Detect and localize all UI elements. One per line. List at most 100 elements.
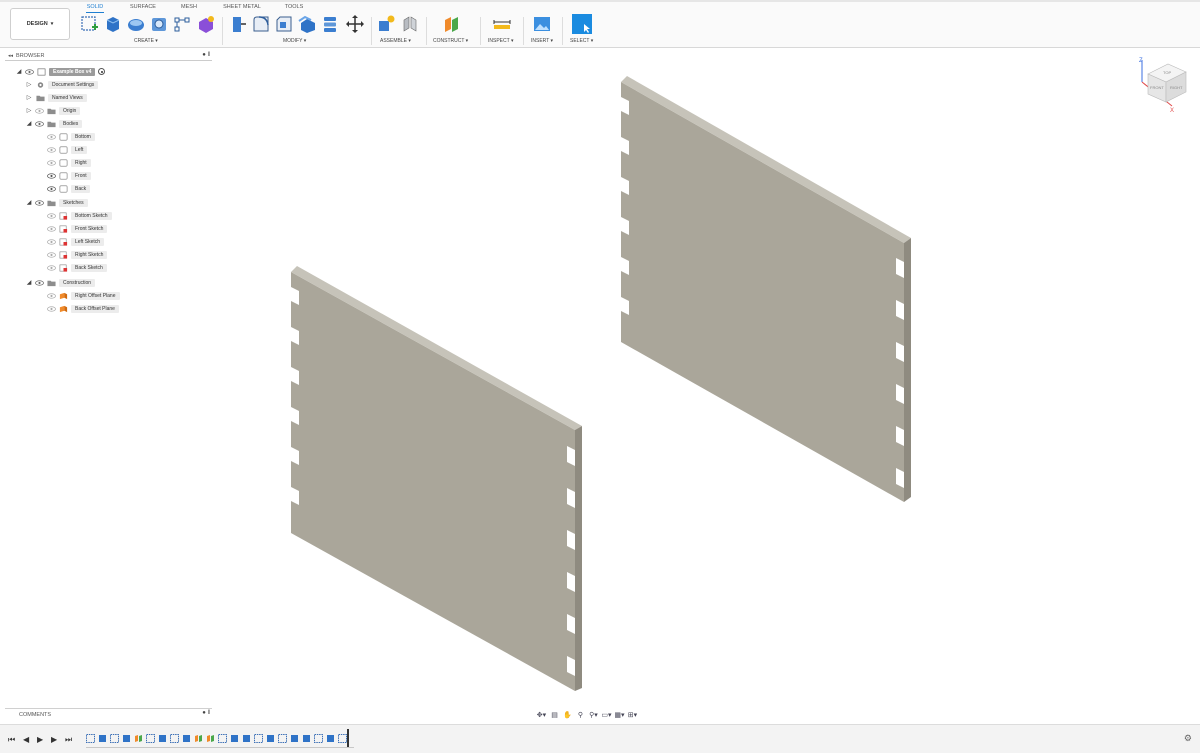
tree-item-origin[interactable]: ▷ Origin <box>25 105 81 116</box>
extrude-icon[interactable] <box>103 14 123 34</box>
visibility-icon[interactable] <box>47 159 56 166</box>
timeline-extrude-icon[interactable] <box>266 734 275 743</box>
expand-icon[interactable]: ◢ <box>15 68 23 75</box>
insert-menu[interactable]: INSERT ▾ <box>531 38 553 44</box>
visibility-icon[interactable] <box>35 199 44 206</box>
zoom-icon[interactable]: ⚲ <box>575 711 586 719</box>
body-front-panel[interactable] <box>291 266 582 691</box>
play-icon[interactable]: ▶ <box>37 735 43 744</box>
pan-icon[interactable]: ✋ <box>562 711 573 719</box>
create-menu[interactable]: CREATE ▾ <box>134 38 158 44</box>
timeline-plane-icon[interactable] <box>134 734 143 743</box>
select-menu[interactable]: SELECT ▾ <box>570 38 593 44</box>
viewcube[interactable]: Z X TOP FRONT RIGHT <box>1134 56 1190 114</box>
tree-item-document-settings[interactable]: ▷ Document Settings <box>25 79 99 90</box>
tree-item-sketch-right[interactable]: Right Sketch <box>37 249 108 260</box>
tab-sheet-metal[interactable]: SHEET METAL <box>222 4 262 12</box>
pattern-icon[interactable] <box>172 14 192 34</box>
timeline-sketch-icon[interactable] <box>110 734 119 743</box>
expand-icon[interactable]: ◢ <box>25 199 33 206</box>
tree-item-body-left[interactable]: Left <box>37 144 88 155</box>
joint-icon[interactable] <box>400 14 420 34</box>
tree-item-named-views[interactable]: ▷ Named Views <box>25 92 87 103</box>
next-step-icon[interactable]: ▶︎ <box>51 735 57 744</box>
visibility-icon[interactable] <box>47 146 56 153</box>
inspect-menu[interactable]: INSPECT ▾ <box>488 38 513 44</box>
visibility-icon[interactable] <box>47 212 56 219</box>
visibility-icon[interactable] <box>47 238 56 245</box>
timeline-sketch-icon[interactable] <box>314 734 323 743</box>
timeline-extrude-icon[interactable] <box>182 734 191 743</box>
orbit-icon[interactable]: ✥▾ <box>536 711 547 719</box>
timeline-sketch-icon[interactable] <box>86 734 95 743</box>
tree-item-body-back[interactable]: Back <box>37 183 91 194</box>
tree-item-body-right[interactable]: Right <box>37 157 91 168</box>
browser-toggle-icon[interactable]: ● ‖ <box>202 52 210 58</box>
select-icon[interactable] <box>572 14 592 34</box>
revolve-icon[interactable] <box>126 14 146 34</box>
fit-icon[interactable]: ⚲▾ <box>588 711 599 719</box>
chamfer-icon[interactable] <box>274 14 294 34</box>
visibility-icon[interactable] <box>47 251 56 258</box>
tree-item-body-bottom[interactable]: Bottom <box>37 131 95 142</box>
offset-plane-icon[interactable] <box>442 14 462 34</box>
collapse-icon[interactable]: ◂◂ <box>8 53 13 59</box>
timeline-sketch-icon[interactable] <box>338 734 347 743</box>
timeline-extrude-icon[interactable] <box>230 734 239 743</box>
tree-item-sketch-back[interactable]: Back Sketch <box>37 262 107 273</box>
timeline-extrude-icon[interactable] <box>122 734 131 743</box>
tab-solid[interactable]: SOLID <box>86 4 104 13</box>
expand-icon[interactable]: ▷ <box>25 107 33 114</box>
viewport-canvas[interactable] <box>215 47 1200 707</box>
tree-item-sketch-front[interactable]: Front Sketch <box>37 223 108 234</box>
visibility-icon[interactable] <box>35 107 44 114</box>
viewports-icon[interactable]: ⊞▾ <box>627 711 638 719</box>
move-icon[interactable] <box>345 14 365 34</box>
gear-icon[interactable]: ⚙ <box>1184 733 1192 744</box>
timeline-sketch-icon[interactable] <box>146 734 155 743</box>
expand-icon[interactable]: ▷ <box>25 81 33 88</box>
visibility-icon[interactable] <box>47 133 56 140</box>
tree-item-sketch-left[interactable]: Left Sketch <box>37 236 105 247</box>
timeline-extrude-icon[interactable] <box>326 734 335 743</box>
tree-item-bodies[interactable]: ◢ Bodies <box>25 118 83 129</box>
last-step-icon[interactable]: ⏭ <box>65 735 72 745</box>
display-settings-icon[interactable]: ▭▾ <box>601 711 612 719</box>
visibility-icon[interactable] <box>47 172 56 179</box>
visibility-icon[interactable] <box>25 68 34 75</box>
visibility-icon[interactable] <box>35 279 44 286</box>
new-component-icon[interactable] <box>377 14 397 34</box>
timeline-marker[interactable] <box>347 729 349 747</box>
fillet-icon[interactable] <box>251 14 271 34</box>
timeline-extrude-icon[interactable] <box>302 734 311 743</box>
timeline-sketch-icon[interactable] <box>218 734 227 743</box>
activate-radio[interactable] <box>98 68 106 75</box>
expand-icon[interactable]: ▷ <box>25 94 33 101</box>
timeline-plane-icon[interactable] <box>194 734 203 743</box>
browser-header[interactable]: ◂◂ BROWSER ● ‖ <box>5 51 212 61</box>
comments-panel[interactable]: COMMENTS ● ‖ <box>5 708 212 720</box>
timeline-extrude-icon[interactable] <box>290 734 299 743</box>
shell-icon[interactable] <box>297 14 317 34</box>
press-pull-icon[interactable] <box>228 14 248 34</box>
tab-tools[interactable]: TOOLS <box>284 4 304 12</box>
timeline-extrude-icon[interactable] <box>98 734 107 743</box>
grid-settings-icon[interactable]: ▦▾ <box>614 711 625 719</box>
combine-icon[interactable] <box>320 14 340 34</box>
visibility-icon[interactable] <box>35 120 44 127</box>
create-form-icon[interactable] <box>196 14 216 34</box>
tab-surface[interactable]: SURFACE <box>128 4 158 12</box>
first-step-icon[interactable]: ⏮ <box>8 735 15 745</box>
timeline-sketch-icon[interactable] <box>254 734 263 743</box>
insert-image-icon[interactable] <box>532 14 552 34</box>
create-sketch-icon[interactable] <box>80 14 100 34</box>
previous-step-icon[interactable]: ◀ <box>23 735 29 744</box>
measure-icon[interactable] <box>492 14 512 34</box>
tree-item-right-offset-plane[interactable]: Right Offset Plane <box>37 290 120 301</box>
visibility-icon[interactable] <box>47 264 56 271</box>
visibility-icon[interactable] <box>47 225 56 232</box>
timeline-plane-icon[interactable] <box>206 734 215 743</box>
timeline-sketch-icon[interactable] <box>278 734 287 743</box>
tree-item-body-front[interactable]: Front <box>37 170 91 181</box>
timeline-sketch-icon[interactable] <box>170 734 179 743</box>
